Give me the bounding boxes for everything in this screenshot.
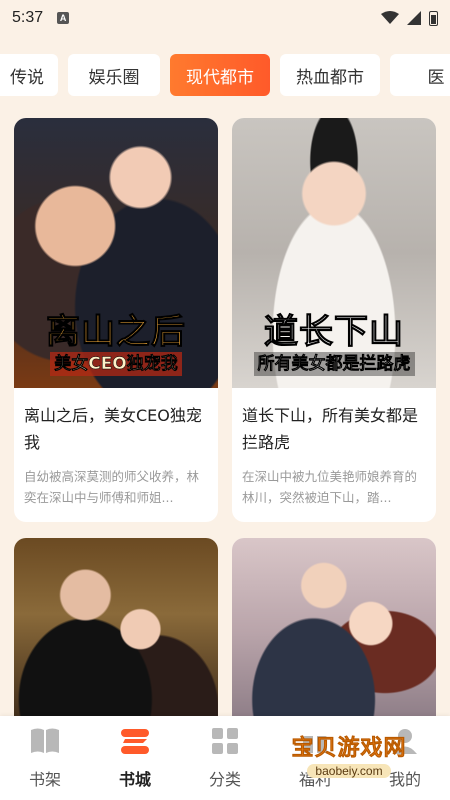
nav-label: 书架	[28, 770, 61, 789]
watermark-logo: 宝贝游戏网 baobeiy.com	[274, 716, 424, 792]
tab-hot-blooded-urban[interactable]: 热血都市	[280, 54, 380, 96]
battery-icon	[429, 10, 438, 26]
tab-entertainment[interactable]: 娱乐圈	[68, 54, 160, 96]
nav-bookstore[interactable]: 书城	[90, 716, 180, 800]
book-title: 离山之后，美女CEO独宠我	[24, 406, 202, 452]
book-title: 道长下山，所有美女都是拦路虎	[242, 406, 419, 452]
book-description: 自幼被高深莫测的师父收养，林奕在深山中与师傅和师姐...	[24, 469, 200, 505]
nav-label: 书城	[118, 770, 151, 789]
watermark-url: baobeiy.com	[307, 764, 391, 778]
tab-label: 现代都市	[186, 67, 254, 88]
tab-label: 医	[427, 67, 445, 88]
book-info: 离山之后，美女CEO独宠我 自幼被高深莫测的师父收养，林奕在深山中与师傅和师姐.…	[14, 388, 218, 518]
bookstore-icon	[119, 726, 151, 756]
book-card[interactable]	[232, 538, 436, 728]
tab-label: 热血都市	[296, 67, 364, 88]
cover-title-line2: 美女CEO独宠我	[50, 352, 182, 376]
category-tabs: 传说 娱乐圈 现代都市 热血都市 医	[0, 54, 450, 98]
book-description: 在深山中被九位美艳师娘养育的林川，突然被迫下山，踏...	[242, 469, 418, 505]
nav-category[interactable]: 分类	[180, 716, 270, 800]
book-card[interactable]	[14, 538, 218, 728]
book-cover: 道长下山 所有美女都是拦路虎	[232, 118, 436, 388]
book-grid: 离山之后 美女CEO独宠我 离山之后，美女CEO独宠我 自幼被高深莫测的师父收养…	[14, 118, 436, 728]
tab-modern-urban[interactable]: 现代都市	[170, 54, 270, 96]
status-icons	[381, 10, 438, 26]
grid-icon	[209, 726, 241, 756]
notification-icon: A	[57, 12, 70, 24]
book-cover	[232, 538, 436, 728]
cover-title: 道长下山 所有美女都是拦路虎	[232, 312, 436, 376]
nav-label: 分类	[208, 770, 241, 789]
cover-title: 离山之后 美女CEO独宠我	[14, 312, 218, 376]
tab-label: 娱乐圈	[88, 67, 140, 88]
wifi-icon	[381, 11, 399, 24]
tab-medical[interactable]: 医	[390, 54, 450, 96]
book-cover: 离山之后 美女CEO独宠我	[14, 118, 218, 388]
signal-icon	[407, 11, 421, 25]
nav-bookshelf[interactable]: 书架	[0, 716, 90, 800]
cover-title-line1: 离山之后	[46, 312, 186, 353]
tab-legend[interactable]: 传说	[0, 54, 58, 96]
cover-title-line2: 所有美女都是拦路虎	[253, 352, 415, 376]
status-bar: 5:37 A	[0, 0, 450, 36]
cover-title-line1: 道长下山	[264, 312, 404, 353]
book-icon	[29, 726, 61, 756]
book-cover	[14, 538, 218, 728]
watermark-text: 宝贝游戏网	[291, 736, 407, 762]
book-card[interactable]: 离山之后 美女CEO独宠我 离山之后，美女CEO独宠我 自幼被高深莫测的师父收养…	[14, 118, 218, 522]
book-info: 道长下山，所有美女都是拦路虎 在深山中被九位美艳师娘养育的林川，突然被迫下山，踏…	[232, 388, 436, 518]
status-time: 5:37	[12, 9, 44, 26]
tab-label: 传说	[10, 67, 44, 88]
book-card[interactable]: 道长下山 所有美女都是拦路虎 道长下山，所有美女都是拦路虎 在深山中被九位美艳师…	[232, 118, 436, 522]
